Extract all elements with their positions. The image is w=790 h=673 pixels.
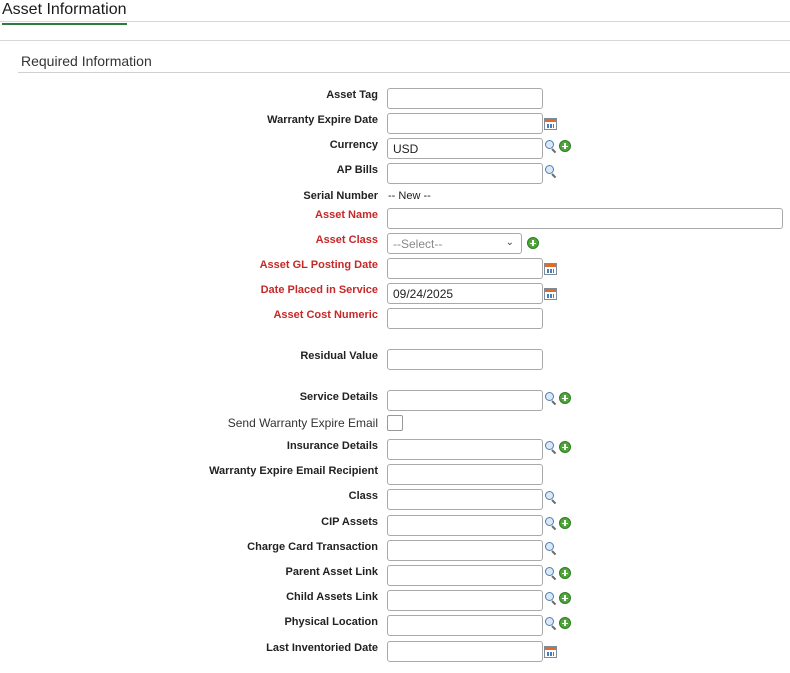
cip-assets-label: CIP Assets xyxy=(321,516,378,528)
parent-asset-link-label: Parent Asset Link xyxy=(285,566,378,578)
search-icon[interactable] xyxy=(545,617,558,630)
search-icon[interactable] xyxy=(545,441,558,454)
asset-gl-posting-date-label: Asset GL Posting Date xyxy=(259,259,378,271)
physical-location-input[interactable] xyxy=(387,615,543,636)
service-details-input[interactable] xyxy=(387,390,543,411)
search-icon[interactable] xyxy=(545,517,558,530)
asset-tag-input[interactable] xyxy=(387,88,543,109)
add-icon[interactable] xyxy=(559,140,571,152)
asset-class-label: Asset Class xyxy=(315,234,378,246)
parent-asset-link-input[interactable] xyxy=(387,565,543,586)
residual-value-label: Residual Value xyxy=(300,350,378,362)
ap-bills-label: AP Bills xyxy=(336,164,378,176)
residual-value-input[interactable] xyxy=(387,349,543,370)
add-icon[interactable] xyxy=(527,237,539,249)
warranty-expire-email-recipient-input[interactable] xyxy=(387,464,543,485)
add-icon[interactable] xyxy=(559,517,571,529)
calendar-icon[interactable] xyxy=(544,263,557,275)
page-header: Asset Information xyxy=(0,0,790,25)
calendar-icon[interactable] xyxy=(544,646,557,658)
asset-gl-posting-date-input[interactable] xyxy=(387,258,543,279)
asset-tag-label: Asset Tag xyxy=(326,89,378,101)
add-icon[interactable] xyxy=(559,441,571,453)
serial-number-label: Serial Number xyxy=(303,190,378,202)
last-inventoried-date-label: Last Inventoried Date xyxy=(266,642,378,654)
asset-class-select[interactable]: --Select-- ⌄ xyxy=(387,233,522,254)
search-icon[interactable] xyxy=(545,567,558,580)
search-icon[interactable] xyxy=(545,491,558,504)
date-placed-in-service-label: Date Placed in Service xyxy=(260,284,378,296)
ap-bills-input[interactable] xyxy=(387,163,543,184)
add-icon[interactable] xyxy=(559,592,571,604)
send-warranty-expire-email-label: Send Warranty Expire Email xyxy=(227,416,378,430)
search-icon[interactable] xyxy=(545,542,558,555)
section-title: Required Information xyxy=(21,53,152,69)
date-placed-in-service-input[interactable] xyxy=(387,283,543,304)
asset-class-selected: --Select-- xyxy=(393,237,443,251)
asset-cost-numeric-input[interactable] xyxy=(387,308,543,329)
add-icon[interactable] xyxy=(559,617,571,629)
chevron-down-icon: ⌄ xyxy=(505,237,514,248)
physical-location-label: Physical Location xyxy=(284,616,378,628)
page-title: Asset Information xyxy=(2,1,127,25)
section-divider xyxy=(18,72,790,73)
search-icon[interactable] xyxy=(545,165,558,178)
search-icon[interactable] xyxy=(545,140,558,153)
search-icon[interactable] xyxy=(545,592,558,605)
insurance-details-input[interactable] xyxy=(387,439,543,460)
currency-label: Currency xyxy=(329,139,378,151)
search-icon[interactable] xyxy=(545,392,558,405)
send-warranty-expire-email-checkbox[interactable] xyxy=(387,415,403,431)
child-assets-link-label: Child Assets Link xyxy=(286,591,378,603)
calendar-icon[interactable] xyxy=(544,118,557,130)
calendar-icon[interactable] xyxy=(544,288,557,300)
last-inventoried-date-input[interactable] xyxy=(387,641,543,662)
service-details-label: Service Details xyxy=(299,391,378,403)
asset-name-label: Asset Name xyxy=(315,209,378,221)
class-label: Class xyxy=(348,490,378,502)
child-assets-link-input[interactable] xyxy=(387,590,543,611)
currency-input[interactable] xyxy=(387,138,543,159)
warranty-expire-date-label: Warranty Expire Date xyxy=(267,114,378,126)
insurance-details-label: Insurance Details xyxy=(286,440,378,452)
asset-cost-numeric-label: Asset Cost Numeric xyxy=(273,309,378,321)
warranty-expire-date-input[interactable] xyxy=(387,113,543,134)
class-input[interactable] xyxy=(387,489,543,510)
cip-assets-input[interactable] xyxy=(387,515,543,536)
asset-name-input[interactable] xyxy=(387,208,783,229)
add-icon[interactable] xyxy=(559,392,571,404)
charge-card-transaction-input[interactable] xyxy=(387,540,543,561)
add-icon[interactable] xyxy=(559,567,571,579)
warranty-expire-email-recipient-label: Warranty Expire Email Recipient xyxy=(209,465,378,477)
serial-number-value: -- New -- xyxy=(388,190,431,202)
charge-card-transaction-label: Charge Card Transaction xyxy=(247,541,378,553)
